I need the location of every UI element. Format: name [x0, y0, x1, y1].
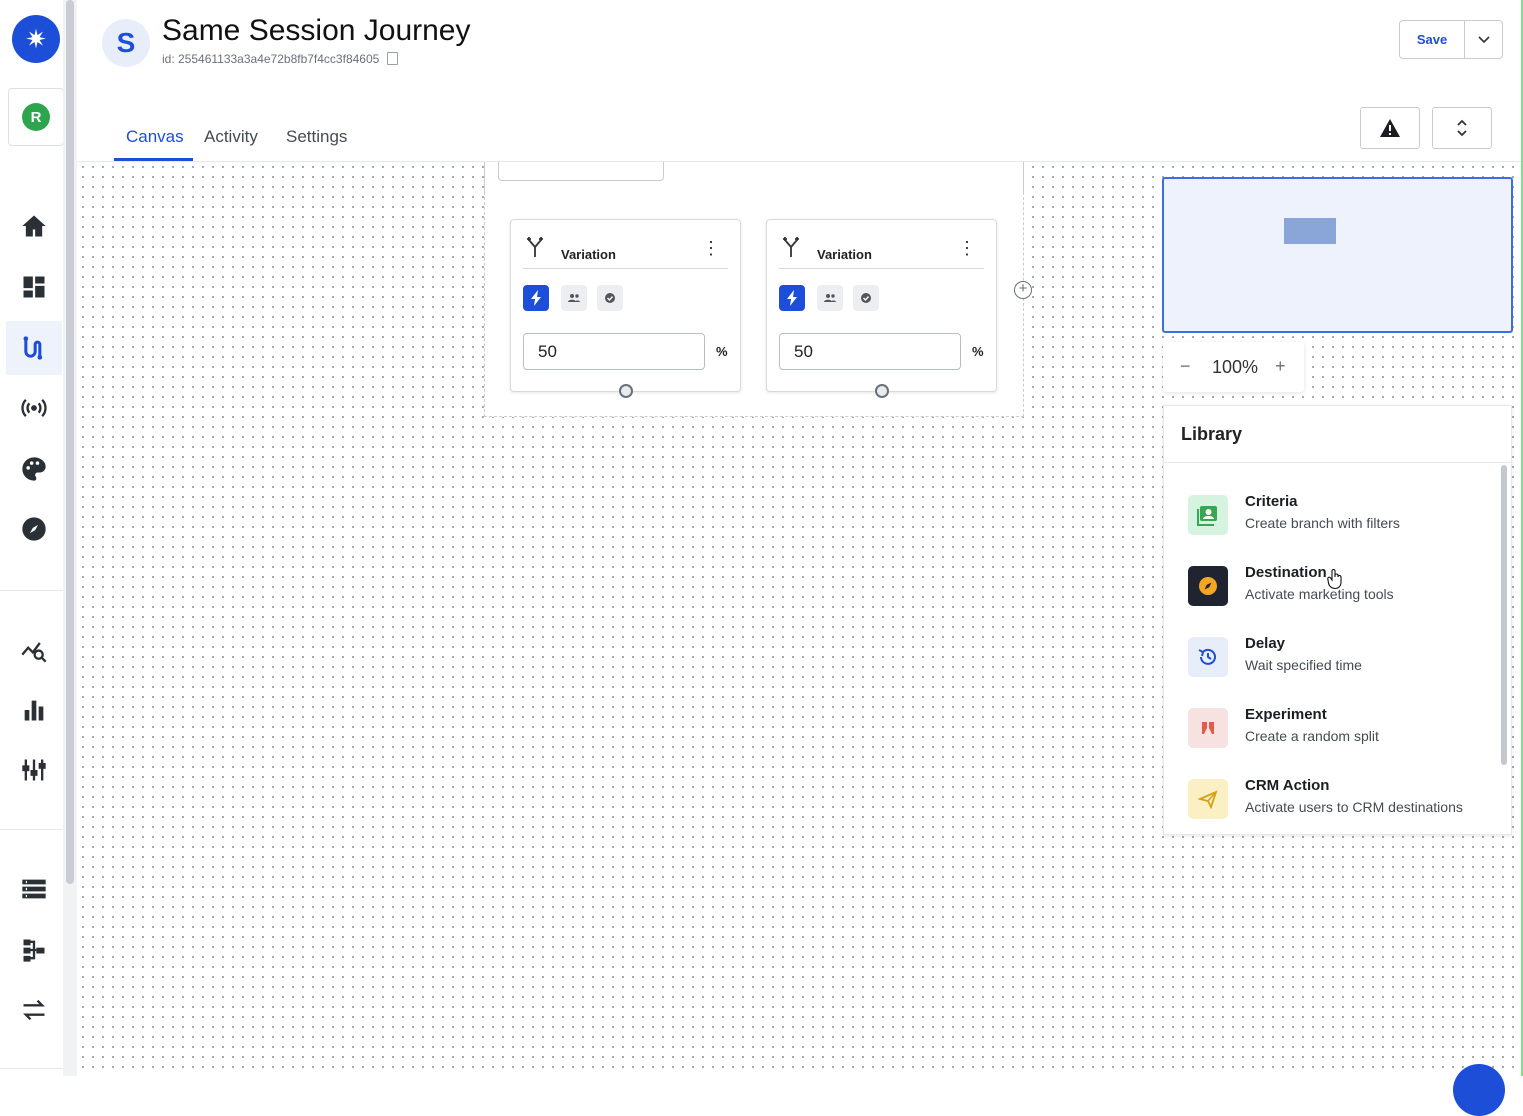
criteria-icon [1188, 495, 1228, 535]
zoom-level: 100% [1212, 357, 1259, 377]
library-item-name: Destination [1245, 564, 1327, 581]
chevron-down-icon [1477, 35, 1490, 43]
audience-icon[interactable] [817, 285, 843, 311]
nav-divider [0, 1068, 63, 1069]
more-options-icon[interactable]: ⋮ [958, 239, 976, 257]
rail-scrollbar[interactable] [63, 0, 77, 1076]
verified-check-icon[interactable] [597, 285, 623, 311]
nav-divider [0, 590, 63, 591]
save-button-group: Save [1399, 20, 1503, 59]
journey-avatar: S [102, 19, 150, 67]
page-title: Same Session Journey [162, 14, 471, 47]
sync-arrows-icon[interactable] [6, 983, 62, 1037]
more-options-icon[interactable]: ⋮ [702, 239, 720, 257]
crm-icon [1188, 779, 1228, 819]
library-item-experiment[interactable]: Experiment Create a random split [1188, 706, 1488, 750]
percent-unit: % [716, 344, 728, 359]
trigger-bolt-icon[interactable] [523, 285, 549, 311]
variation-title: Variation [561, 247, 616, 262]
variation-title: Variation [817, 247, 872, 262]
tab-bar: Canvas Activity Settings [78, 92, 1523, 162]
minimap-viewport [1284, 218, 1336, 244]
journey-id: id: 255461133a3a4e72b8fb7f4cc3f84605 [162, 52, 399, 66]
library-item-name: CRM Action [1245, 777, 1330, 794]
journeys-icon[interactable] [6, 321, 62, 375]
journey-id-text: id: 255461133a3a4e72b8fb7f4cc3f84605 [162, 52, 380, 66]
percent-unit: % [972, 344, 984, 359]
experiment-icon [1188, 708, 1228, 748]
output-port[interactable] [619, 384, 633, 398]
zoom-control: − 100% + [1163, 342, 1304, 392]
library-panel: Library Criteria Create branch with filt… [1163, 405, 1512, 835]
library-divider [1164, 462, 1511, 463]
library-item-delay[interactable]: Delay Wait specified time [1188, 635, 1488, 679]
workspace-initial: R [22, 103, 50, 131]
app-logo[interactable]: ✷ [12, 15, 60, 63]
tab-settings[interactable]: Settings [286, 127, 347, 147]
library-item-description: Activate marketing tools [1245, 586, 1394, 602]
hierarchy-icon[interactable] [6, 923, 62, 977]
warning-icon [1380, 119, 1400, 137]
output-port[interactable] [875, 384, 889, 398]
variation-percent-input[interactable]: 50 [779, 333, 961, 370]
palette-icon[interactable] [6, 442, 62, 496]
variation-header: Variation ⋮ [523, 234, 728, 269]
bar-chart-icon[interactable] [6, 683, 62, 737]
variation-card[interactable]: Variation ⋮ 50 % [766, 219, 997, 398]
zoom-out-button[interactable]: − [1180, 356, 1191, 377]
home-icon[interactable] [6, 199, 62, 253]
tab-canvas[interactable]: Canvas [126, 127, 184, 147]
journey-header: S Same Session Journey id: 255461133a3a4… [78, 0, 1523, 93]
library-item-name: Experiment [1245, 706, 1327, 723]
audience-icon[interactable] [561, 285, 587, 311]
split-branch-icon [527, 237, 543, 257]
dashboard-icon[interactable] [6, 260, 62, 314]
variation-card[interactable]: Variation ⋮ 50 % [510, 219, 741, 398]
canvas-minimap[interactable] [1162, 177, 1513, 333]
copy-icon[interactable] [387, 52, 399, 65]
workspace-switcher[interactable]: R [8, 88, 64, 146]
add-variation-icon[interactable]: + [1014, 281, 1032, 299]
zoom-in-button[interactable]: + [1275, 356, 1286, 377]
active-tab-indicator [114, 158, 193, 161]
split-branch-icon [783, 237, 799, 257]
delay-icon [1188, 637, 1228, 677]
expand-collapse-button[interactable] [1432, 107, 1492, 149]
library-item-name: Delay [1245, 635, 1286, 652]
save-options-button[interactable] [1465, 21, 1502, 58]
analytics-search-icon[interactable] [6, 623, 62, 677]
save-button[interactable]: Save [1400, 21, 1465, 58]
list-icon[interactable] [6, 862, 62, 916]
variation-header: Variation ⋮ [779, 234, 984, 269]
tune-icon[interactable] [6, 743, 62, 797]
library-scrollbar[interactable] [1501, 465, 1507, 765]
experiment-node-field[interactable] [498, 162, 664, 181]
nav-divider [0, 829, 63, 830]
compass-icon[interactable] [6, 502, 62, 556]
library-item-description: Create branch with filters [1245, 515, 1400, 531]
rail-scrollbar-thumb[interactable] [66, 0, 74, 884]
library-item-crm-action[interactable]: CRM Action Activate users to CRM destina… [1188, 777, 1488, 821]
tab-activity[interactable]: Activity [204, 127, 258, 147]
hand-cursor-icon [1327, 569, 1342, 590]
verified-check-icon[interactable] [853, 285, 879, 311]
library-item-description: Create a random split [1245, 728, 1379, 744]
library-item-description: Wait specified time [1245, 657, 1362, 673]
help-chat-button[interactable] [1453, 1064, 1505, 1116]
journey-canvas[interactable]: Variation ⋮ 50 % Variation ⋮ 50 % + − 10… [78, 162, 1523, 1076]
warnings-button[interactable] [1360, 107, 1420, 149]
library-item-name: Criteria [1245, 493, 1298, 510]
broadcast-icon[interactable] [6, 381, 62, 435]
unfold-icon [1457, 119, 1467, 137]
library-item-criteria[interactable]: Criteria Create branch with filters [1188, 493, 1488, 537]
library-item-description: Activate users to CRM destinations [1245, 799, 1463, 815]
left-nav-rail: ✷ R [0, 0, 64, 1076]
trigger-bolt-icon[interactable] [779, 285, 805, 311]
library-title: Library [1181, 424, 1243, 444]
variation-percent-input[interactable]: 50 [523, 333, 705, 370]
destination-icon [1188, 566, 1228, 606]
